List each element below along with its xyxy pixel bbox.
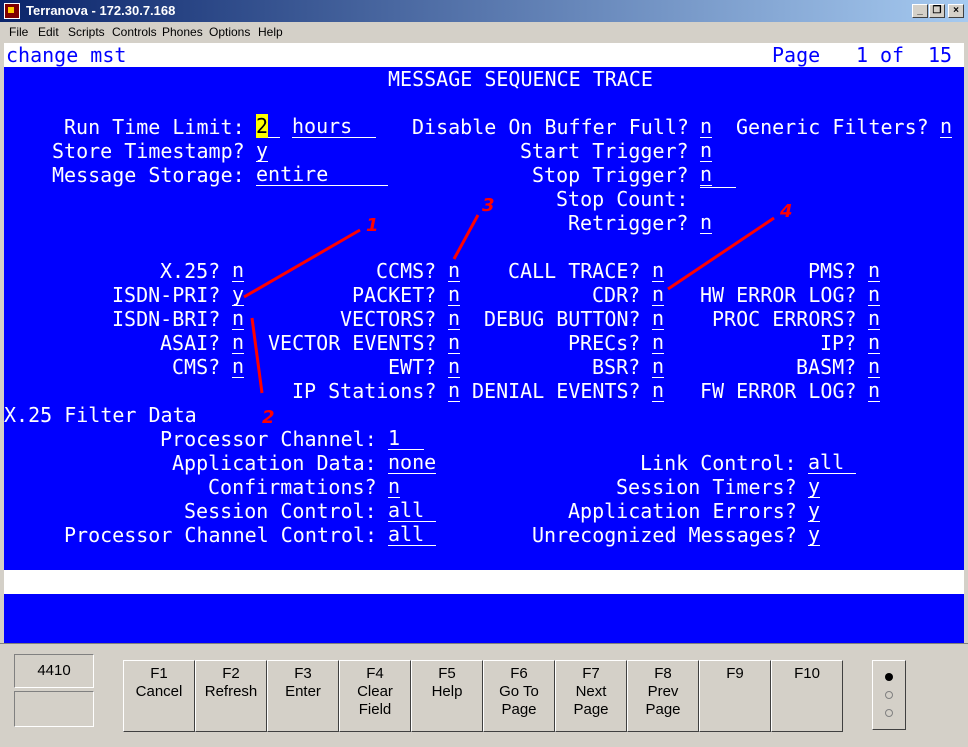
f6-go-to-page-button[interactable]: F6 Go To Page	[483, 660, 555, 732]
f4-clear-field-button[interactable]: F4 Clear Field	[339, 660, 411, 732]
line-1-indicator[interactable]	[885, 673, 893, 681]
f10-button[interactable]: F10	[771, 660, 843, 732]
annotation-arrow-3	[452, 214, 480, 260]
station-extension: 4410	[14, 654, 94, 688]
menu-edit[interactable]: Edit	[38, 25, 59, 39]
line-3-indicator[interactable]	[885, 709, 893, 717]
menu-controls[interactable]: Controls	[112, 25, 157, 39]
annotation-label-4: 4	[779, 201, 793, 222]
menu-phones[interactable]: Phones	[162, 25, 203, 39]
f3-enter-button[interactable]: F3 Enter	[267, 660, 339, 732]
f9-button[interactable]: F9	[699, 660, 771, 732]
terranova-app-icon[interactable]	[4, 3, 20, 19]
restore-button[interactable]: ❐	[929, 4, 945, 18]
f7-next-page-button[interactable]: F7 Next Page	[555, 660, 627, 732]
window-title: Terranova - 172.30.7.168	[26, 3, 176, 18]
f8-prev-page-button[interactable]: F8 Prev Page	[627, 660, 699, 732]
menu-file[interactable]: File	[9, 25, 28, 39]
annotation-arrow-4	[667, 216, 775, 291]
annotation-label-2: 2	[262, 407, 275, 428]
close-button[interactable]: ×	[948, 4, 964, 18]
annotation-label-3: 3	[482, 195, 495, 216]
annotation-arrow-2	[250, 317, 264, 394]
annotation-arrow-1	[243, 228, 361, 299]
menu-bar: File Edit Scripts Controls Phones Option…	[0, 22, 968, 42]
f1-cancel-button[interactable]: F1 Cancel	[123, 660, 195, 732]
line-2-indicator[interactable]	[885, 691, 893, 699]
menu-scripts[interactable]: Scripts	[68, 25, 105, 39]
f5-help-button[interactable]: F5 Help	[411, 660, 483, 732]
terminal-screen[interactable]: change mst Page 1 of 15 MESSAGE SEQUENCE…	[4, 43, 964, 643]
f2-refresh-button[interactable]: F2 Refresh	[195, 660, 267, 732]
menu-help[interactable]: Help	[258, 25, 283, 39]
menu-options[interactable]: Options	[209, 25, 250, 39]
station-secondary	[14, 691, 94, 727]
line-indicator-panel	[872, 660, 906, 730]
minimize-button[interactable]: _	[912, 4, 928, 18]
title-bar: Terranova - 172.30.7.168 _ ❐ ×	[0, 0, 968, 22]
annotation-label-1: 1	[366, 215, 379, 236]
annotation-overlay: 1 2 3 4	[243, 195, 793, 428]
